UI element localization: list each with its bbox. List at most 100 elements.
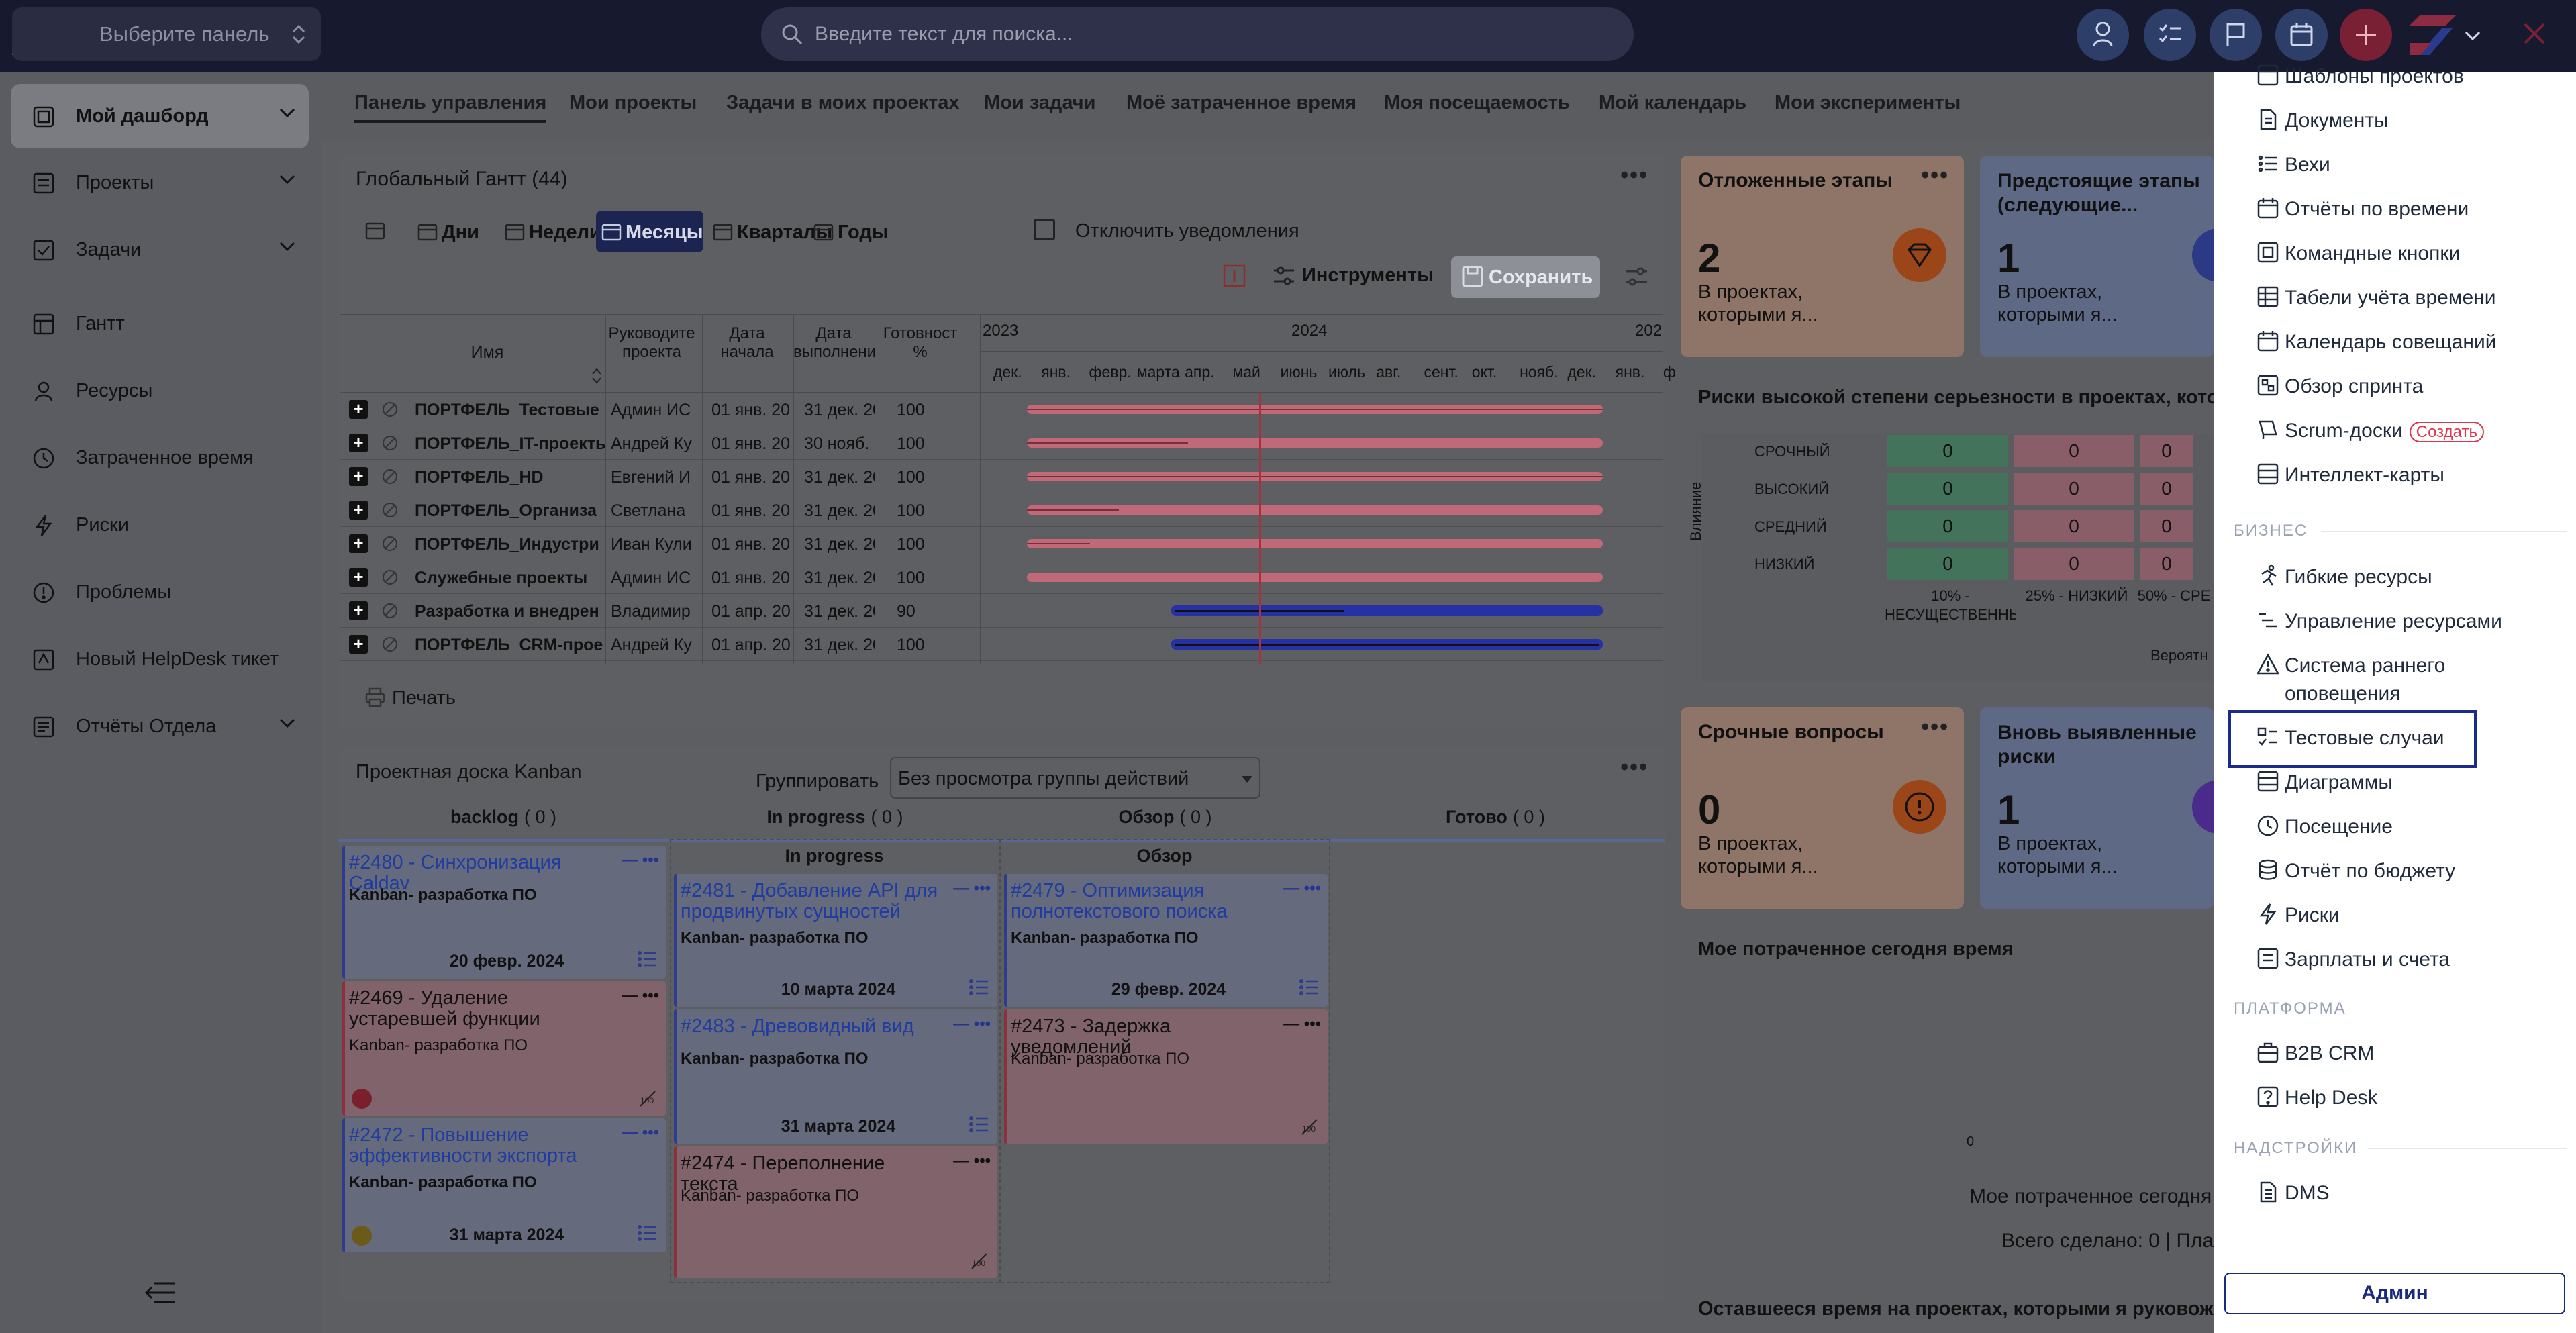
scale-1-button[interactable]: Недели xyxy=(499,211,601,252)
risk-cell[interactable]: 0 xyxy=(1887,473,2008,505)
gantt-row[interactable]: + Служебные проекты Админ ИС 01 янв. 202 31 … xyxy=(340,560,1663,594)
module-table-item[interactable]: Табели учёта времени xyxy=(2257,284,2567,312)
scale-4-button[interactable]: Годы xyxy=(808,211,889,252)
kanban-menu-button[interactable]: ••• xyxy=(1620,754,1648,781)
panel-select[interactable]: Выберите панель xyxy=(12,7,321,61)
module-salary-item[interactable]: Зарплаты и счета xyxy=(2257,946,2567,974)
risk-cell[interactable]: 0 xyxy=(2014,435,2134,467)
tab-4[interactable]: Моё затраченное время xyxy=(1126,92,1356,114)
expand-row-button[interactable]: + xyxy=(349,400,368,419)
risk-cell[interactable]: 0 xyxy=(2140,548,2193,580)
module-document-item[interactable]: Документы xyxy=(2260,107,2567,135)
subtasks-icon[interactable] xyxy=(636,949,656,969)
create-badge[interactable]: Создать xyxy=(2409,422,2484,442)
risk-cell[interactable]: 0 xyxy=(1887,510,2008,542)
kanban-card-title[interactable]: #2481 - Добавление API для продвинутых с… xyxy=(681,881,942,922)
kanban-card-menu[interactable]: — ••• xyxy=(622,987,659,1005)
urgent-menu-button[interactable]: ••• xyxy=(1921,714,1949,740)
gantt-menu-button[interactable]: ••• xyxy=(1620,162,1648,189)
sidebar-item-9[interactable]: Отчёты Отдела xyxy=(11,694,309,758)
sidebar-item-4[interactable]: Ресурсы xyxy=(11,358,309,423)
info-icon[interactable] xyxy=(1223,264,1246,287)
risk-cell[interactable]: 0 xyxy=(2014,510,2134,542)
expand-row-button[interactable]: + xyxy=(349,467,368,486)
settings-sliders-icon[interactable] xyxy=(1624,264,1648,289)
task-list-button[interactable] xyxy=(2144,9,2196,61)
risk-cell[interactable]: 0 xyxy=(1887,435,2008,467)
module-clock-item[interactable]: Посещение xyxy=(2257,813,2567,841)
module-list-item[interactable]: Вехи xyxy=(2258,151,2567,179)
module-briefcase-item[interactable]: B2B CRM xyxy=(2257,1040,2567,1068)
module-dms-item[interactable]: DMS xyxy=(2260,1179,2567,1207)
expand-row-button[interactable]: + xyxy=(349,534,368,553)
save-button[interactable]: Сохранить xyxy=(1451,256,1600,298)
kanban-card[interactable]: #2479 - Оптимизация полнотекстового поис… xyxy=(1004,874,1328,1007)
kanban-card[interactable]: #2474 - Переполнение текста — ••• Kanban- … xyxy=(674,1146,997,1278)
kanban-card[interactable]: #2472 - Повышение эффективности экспорта… xyxy=(342,1118,666,1252)
create-button[interactable] xyxy=(2340,9,2392,61)
kanban-card-menu[interactable]: — ••• xyxy=(953,879,991,898)
sort-icon[interactable] xyxy=(592,367,601,385)
kanban-card-title[interactable]: #2472 - Повышение эффективности экспорта xyxy=(349,1125,611,1167)
risk-cell[interactable]: 0 xyxy=(2014,548,2134,580)
kanban-card-title[interactable]: #2479 - Оптимизация полнотекстового поис… xyxy=(1011,881,1273,922)
tab-2[interactable]: Задачи в моих проектах xyxy=(726,92,960,114)
avatar[interactable] xyxy=(352,1089,372,1109)
module-mindmap-item[interactable]: Интеллект-карты xyxy=(2257,461,2567,489)
module-calendar-item[interactable]: Календарь совещаний xyxy=(2257,328,2567,356)
kanban-card[interactable]: #2469 - Удаление устаревшей функции — •••… xyxy=(342,981,666,1116)
kanban-card-title[interactable]: #2469 - Удаление устаревшей функции xyxy=(349,988,611,1030)
gantt-row[interactable]: + Разработка и внедрен Владимир 01 апр. 202… xyxy=(340,594,1663,628)
kanban-card[interactable]: #2481 - Добавление API для продвинутых с… xyxy=(674,874,997,1007)
gantt-row[interactable]: + ПОРТФЕЛЬ_IT-проекты Андрей Ку 01 янв. 202… xyxy=(340,426,1663,460)
app-logo-button[interactable] xyxy=(2410,12,2483,58)
module-template-item[interactable]: Шаблоны проектов xyxy=(2257,62,2567,91)
risk-cell[interactable]: 0 xyxy=(1887,548,2008,580)
tab-3[interactable]: Мои задачи xyxy=(984,92,1095,114)
calendar-icon[interactable] xyxy=(365,220,385,240)
kanban-card-menu[interactable]: — ••• xyxy=(1283,879,1321,898)
subtasks-icon[interactable] xyxy=(1298,977,1318,997)
tab-7[interactable]: Мои эксперименты xyxy=(1775,92,1961,114)
sidebar-item-1[interactable]: Проекты xyxy=(11,150,309,215)
module-warning-item[interactable]: Система раннего оповещения xyxy=(2257,652,2493,708)
gantt-row[interactable]: + ПОРТФЕЛЬ_CRM-прое Андрей Ку 01 апр. 202 31… xyxy=(340,628,1663,661)
kanban-card-menu[interactable]: — ••• xyxy=(622,851,659,870)
gantt-row[interactable]: + ПОРТФЕЛЬ_Индустри Иван Кули 01 янв. 202 31… xyxy=(340,527,1663,560)
calendar-button[interactable] xyxy=(2275,9,2328,61)
subtasks-icon[interactable] xyxy=(968,977,988,997)
gantt-row[interactable]: + ПОРТФЕЛЬ_HD Евгений И 01 янв. 202 31 дек. … xyxy=(340,460,1663,493)
kanban-card-menu[interactable]: — ••• xyxy=(1283,1015,1321,1034)
scale-3-button[interactable]: Кварталы xyxy=(707,211,832,252)
risk-cell[interactable]: 0 xyxy=(2014,473,2134,505)
subtasks-icon[interactable] xyxy=(968,1114,988,1134)
subtasks-icon[interactable] xyxy=(636,1223,656,1243)
upcoming-widget[interactable]: Предстоящие этапы (следующие... 1 В прое… xyxy=(1980,156,2219,357)
expand-row-button[interactable]: + xyxy=(349,601,368,620)
sidebar-item-3[interactable]: Гантт xyxy=(11,291,309,356)
scale-2-button[interactable]: Месяцы xyxy=(596,211,703,252)
tab-0[interactable]: Панель управления xyxy=(354,92,546,114)
kanban-card[interactable]: #2480 - Синхронизация Caldav — ••• Kanban-… xyxy=(342,846,666,979)
module-lightning-item[interactable]: Риски xyxy=(2259,901,2567,930)
kanban-card-menu[interactable]: — ••• xyxy=(622,1124,659,1142)
close-panel-button[interactable] xyxy=(2522,21,2549,48)
gantt-row[interactable]: + ПОРТФЕЛЬ_Тестовые Админ ИС 01 янв. 202 31 … xyxy=(340,393,1663,426)
gantt-row[interactable]: + ПОРТФЕЛЬ_Организа Светлана 01 янв. 202 31 … xyxy=(340,493,1663,527)
group-select[interactable]: Без просмотра группы действий xyxy=(890,757,1260,799)
module-resource-item[interactable]: Управление ресурсами xyxy=(2259,607,2567,636)
postponed-menu-button[interactable]: ••• xyxy=(1921,162,1949,189)
kanban-card-menu[interactable]: — ••• xyxy=(953,1015,991,1034)
postponed-widget[interactable]: Отложенные этапы ••• 2 В проектах, котор… xyxy=(1681,156,1964,357)
expand-row-button[interactable]: + xyxy=(349,635,368,654)
expand-row-button[interactable]: + xyxy=(349,501,368,520)
expand-row-button[interactable]: + xyxy=(349,434,368,452)
avatar[interactable] xyxy=(352,1226,372,1246)
risk-cell[interactable]: 0 xyxy=(2140,473,2193,505)
urgent-widget[interactable]: Срочные вопросы ••• 0 В проектах, которы… xyxy=(1681,707,1964,909)
module-help-item[interactable]: Help Desk xyxy=(2257,1084,2567,1112)
kanban-card-title[interactable]: #2483 - Древовидный вид xyxy=(681,1016,942,1037)
module-scrum-item[interactable]: Scrum-доски Создать xyxy=(2259,417,2567,445)
sidebar-item-5[interactable]: Затраченное время xyxy=(11,426,309,490)
gantt-bar[interactable] xyxy=(1027,539,1603,548)
